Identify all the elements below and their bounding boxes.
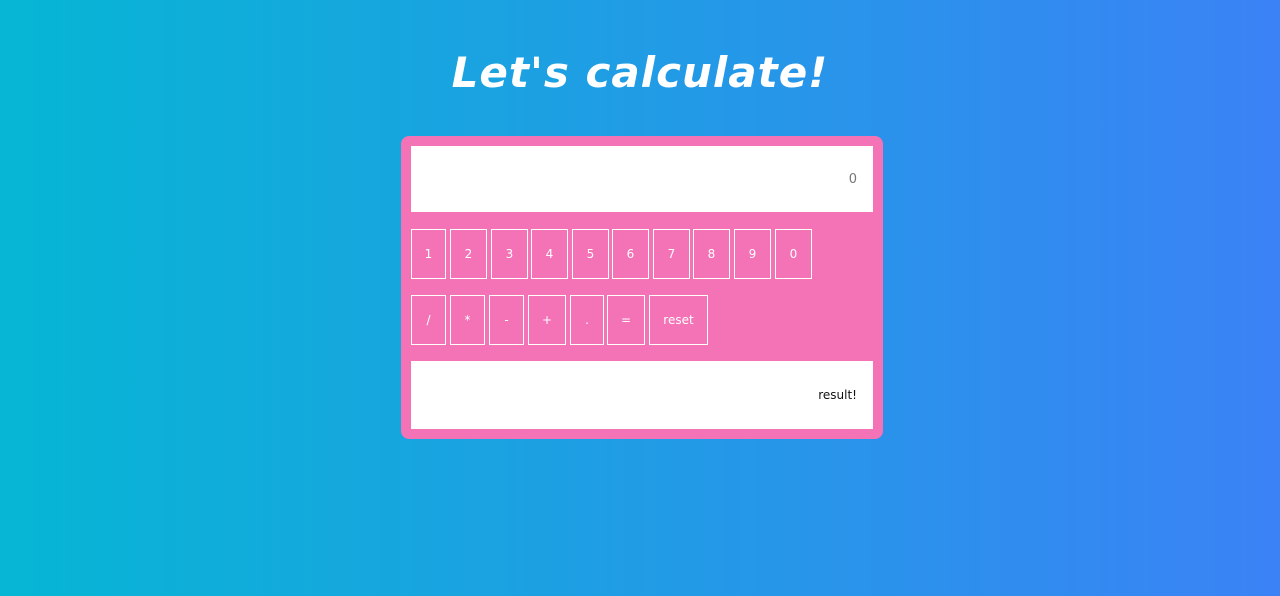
digit-button-0[interactable]: 0 [775, 229, 812, 279]
decimal-button[interactable]: . [570, 295, 604, 345]
equals-button[interactable]: = [607, 295, 645, 345]
result-text: result! [818, 388, 857, 402]
digit-button-1[interactable]: 1 [411, 229, 446, 279]
digit-button-9[interactable]: 9 [734, 229, 771, 279]
result-display: result! [411, 361, 873, 429]
divide-button[interactable]: / [411, 295, 446, 345]
calculator-display-input[interactable] [411, 146, 873, 212]
digit-button-3[interactable]: 3 [491, 229, 528, 279]
digit-button-5[interactable]: 5 [572, 229, 609, 279]
add-button[interactable]: + [528, 295, 566, 345]
digit-button-2[interactable]: 2 [450, 229, 487, 279]
digit-button-4[interactable]: 4 [531, 229, 568, 279]
subtract-button[interactable]: - [489, 295, 524, 345]
reset-button[interactable]: reset [649, 295, 708, 345]
digit-button-8[interactable]: 8 [693, 229, 730, 279]
multiply-button[interactable]: * [450, 295, 485, 345]
page-title: Let's calculate! [451, 48, 829, 97]
digit-button-7[interactable]: 7 [653, 229, 690, 279]
calculator-panel: 1 2 3 4 5 6 7 8 9 0 / * - + . = reset re… [401, 136, 883, 439]
digit-button-6[interactable]: 6 [612, 229, 649, 279]
